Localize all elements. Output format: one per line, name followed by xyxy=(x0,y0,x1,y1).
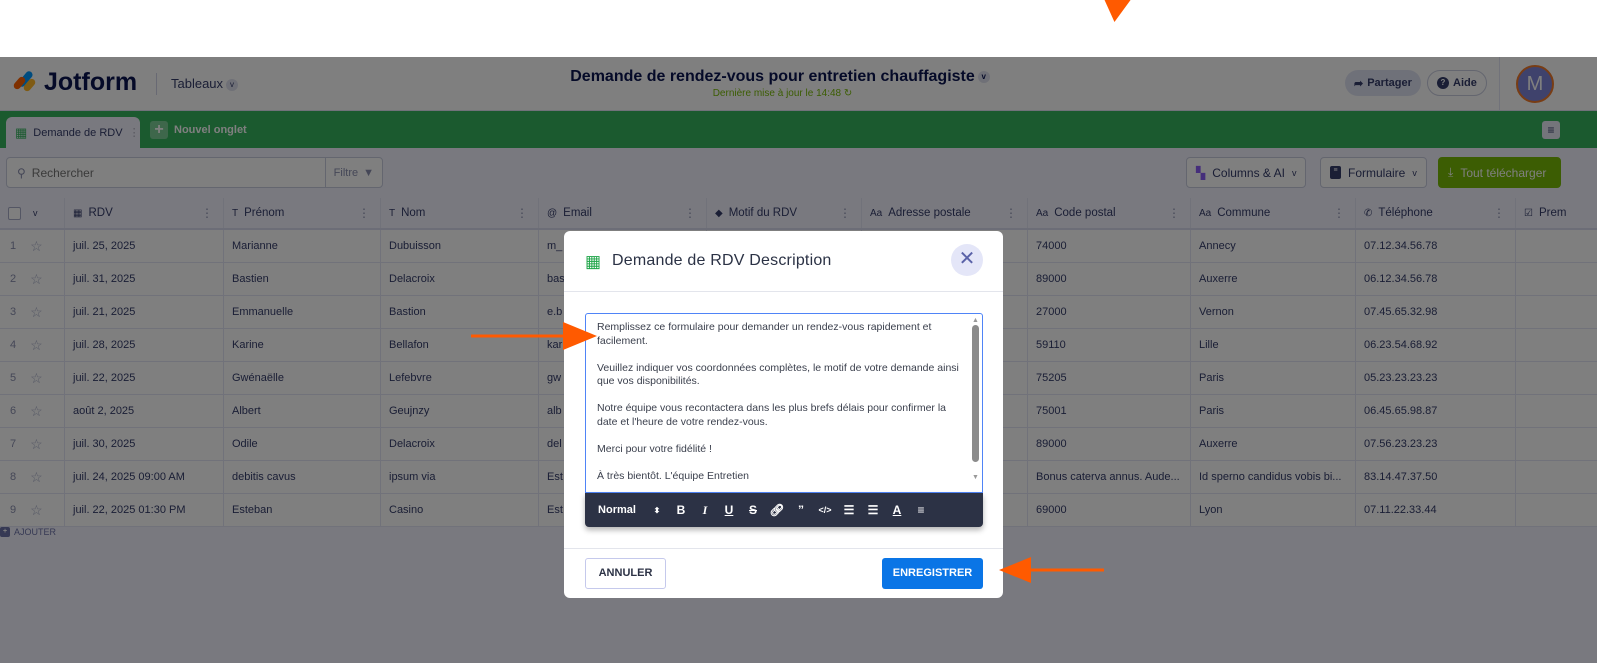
annotation-arrow-top xyxy=(1101,0,1131,22)
save-button[interactable]: ENREGISTRER xyxy=(882,558,983,589)
editor-paragraph: Veuillez indiquer vos coordonnées complè… xyxy=(597,361,959,388)
description-editor[interactable]: Remplissez ce formulaire pour demander u… xyxy=(585,313,983,493)
editor-paragraph: À très bientôt. L'équipe Entretien xyxy=(597,469,750,482)
divider xyxy=(564,291,1003,292)
text-color-icon[interactable]: A xyxy=(885,503,909,517)
description-modal: ▦ Demande de RDV Description ✕ Remplisse… xyxy=(564,231,1003,598)
scroll-thumb[interactable] xyxy=(972,325,979,462)
scrollbar[interactable]: ▲ ▼ xyxy=(971,317,980,489)
code-icon[interactable]: </> xyxy=(813,505,837,515)
bold-icon[interactable]: B xyxy=(669,503,693,517)
editor-paragraph: Remplissez ce formulaire pour demander u… xyxy=(597,321,932,347)
align-icon[interactable]: ≡ xyxy=(909,503,933,517)
annotation-arrow-left xyxy=(471,322,597,350)
editor-paragraph: Merci pour votre fidélité ! xyxy=(597,442,712,455)
editor-text[interactable]: Remplissez ce formulaire pour demander u… xyxy=(586,314,982,483)
format-select[interactable]: Normal xyxy=(585,504,645,516)
ordered-list-icon[interactable]: ☰ xyxy=(837,503,861,517)
cancel-button[interactable]: ANNULER xyxy=(585,558,666,589)
italic-icon[interactable]: I xyxy=(693,503,717,518)
annotation-arrow-right xyxy=(999,557,1104,583)
scroll-up-icon[interactable]: ▲ xyxy=(971,317,980,324)
underline-icon[interactable]: U xyxy=(717,503,741,517)
editor-paragraph: Notre équipe vous recontactera dans les … xyxy=(597,402,947,428)
close-button[interactable]: ✕ xyxy=(951,244,983,276)
strikethrough-icon[interactable]: S xyxy=(741,503,765,517)
bullet-list-icon[interactable]: ☰ xyxy=(861,503,885,517)
editor-toolbar: Normal ⬍ B I U S 🔗︎ ” </> ☰ ☰ A ≡ xyxy=(585,493,983,527)
scroll-down-icon[interactable]: ▼ xyxy=(971,474,980,481)
link-icon[interactable]: 🔗︎ xyxy=(765,503,789,517)
divider xyxy=(564,548,1003,549)
grid-icon: ▦ xyxy=(585,252,602,271)
quote-icon[interactable]: ” xyxy=(789,503,813,517)
select-arrows-icon[interactable]: ⬍ xyxy=(645,506,669,515)
modal-title: Demande de RDV Description xyxy=(612,252,832,269)
